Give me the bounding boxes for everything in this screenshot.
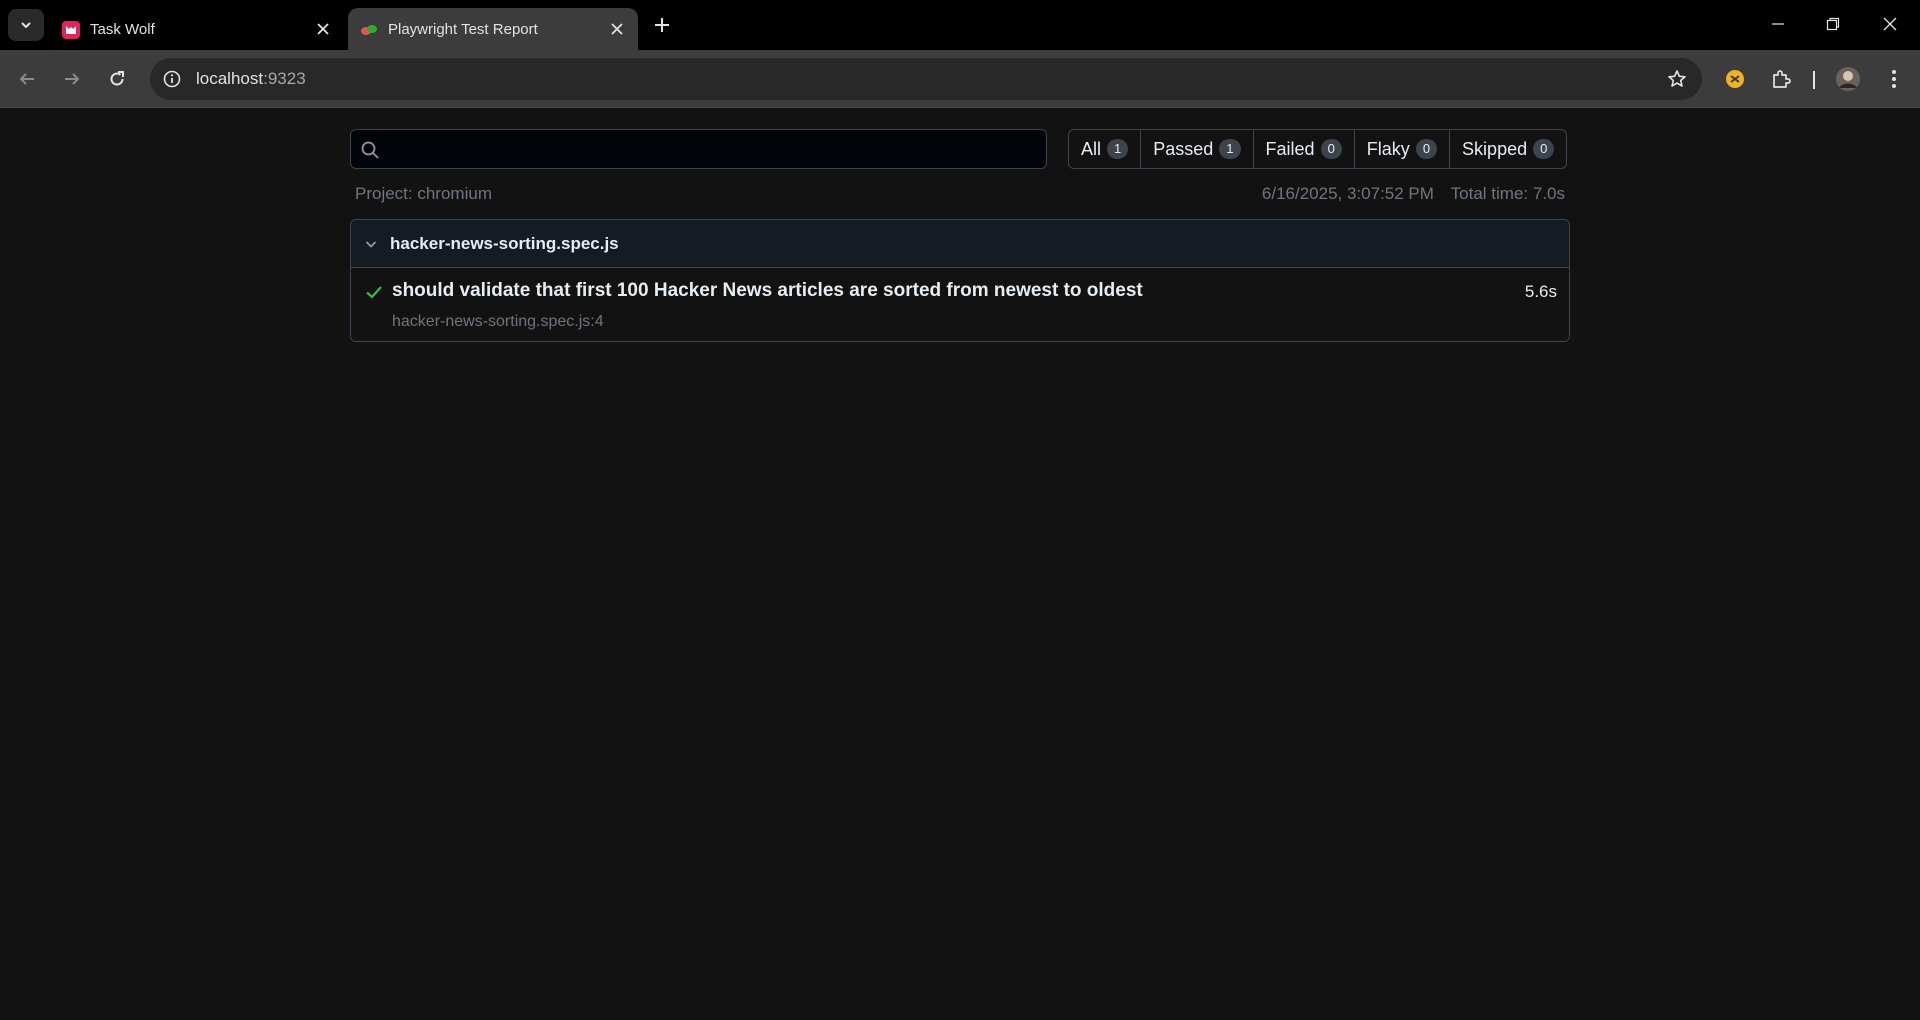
- task-wolf-icon: [62, 21, 80, 39]
- close-icon[interactable]: [314, 20, 332, 38]
- close-icon: [1883, 17, 1897, 31]
- filter-count: 0: [1320, 139, 1342, 159]
- new-tab-button[interactable]: [650, 13, 674, 37]
- status-filters: All 1 Passed 1 Failed 0 Flaky 0 Skipped …: [1068, 129, 1568, 169]
- plus-icon: [655, 18, 669, 32]
- check-icon: [363, 281, 385, 303]
- minimize-button[interactable]: [1758, 8, 1798, 40]
- tab-search-button[interactable]: [8, 9, 44, 41]
- bookmark-star-icon[interactable]: [1666, 68, 1688, 90]
- filter-count: 0: [1415, 139, 1438, 159]
- arrow-right-icon: [65, 73, 80, 85]
- search-input[interactable]: [389, 130, 1039, 168]
- minimize-icon: [1772, 23, 1784, 25]
- filter-count: 0: [1533, 139, 1555, 159]
- arrow-left-icon: [19, 73, 34, 85]
- test-file-card: hacker-news-sorting.spec.js should valid…: [350, 219, 1570, 342]
- test-file-name: hacker-news-sorting.spec.js: [390, 234, 619, 253]
- back-button[interactable]: [11, 63, 43, 95]
- filter-passed[interactable]: Passed 1: [1141, 130, 1254, 168]
- restore-button[interactable]: [1813, 8, 1853, 40]
- extension-icon[interactable]: [1719, 63, 1751, 95]
- filter-failed[interactable]: Failed 0: [1254, 130, 1355, 168]
- test-row[interactable]: should validate that first 100 Hacker Ne…: [351, 268, 1569, 341]
- close-window-button[interactable]: [1870, 8, 1910, 40]
- url-host: localhost: [196, 69, 264, 88]
- search-field[interactable]: [350, 129, 1047, 169]
- report-timestamp: 6/16/2025, 3:07:52 PM: [1261, 184, 1434, 203]
- search-icon: [359, 139, 381, 161]
- forward-button[interactable]: [56, 63, 88, 95]
- filter-label: Passed: [1153, 138, 1214, 159]
- test-title-link[interactable]: should validate that first 100 Hacker Ne…: [392, 280, 1143, 302]
- site-info-icon[interactable]: [162, 69, 182, 89]
- tab-task-wolf[interactable]: Task Wolf: [50, 8, 344, 50]
- address-bar[interactable]: localhost:9323: [150, 58, 1702, 100]
- test-location-link[interactable]: hacker-news-sorting.spec.js:4: [392, 313, 604, 331]
- tab-title: Task Wolf: [90, 21, 155, 38]
- reload-button[interactable]: [101, 63, 133, 95]
- filter-label: All: [1081, 138, 1102, 159]
- filter-label: Skipped: [1462, 138, 1528, 159]
- toolbar-divider: [1813, 71, 1815, 89]
- filter-flaky[interactable]: Flaky 0: [1355, 130, 1451, 168]
- filter-label: Failed: [1265, 138, 1315, 159]
- filter-count: 1: [1107, 139, 1129, 159]
- puzzle-icon[interactable]: [1765, 63, 1797, 95]
- project-label: Project: chromium: [355, 184, 492, 203]
- playwright-icon: [360, 21, 378, 39]
- tab-playwright-report[interactable]: Playwright Test Report: [348, 8, 638, 50]
- test-duration: 5.6s: [1524, 282, 1557, 301]
- filter-all[interactable]: All 1: [1069, 130, 1142, 168]
- report-page: All 1 Passed 1 Failed 0 Flaky 0 Skipped …: [0, 109, 1920, 1020]
- browser-toolbar: localhost:9323: [0, 50, 1920, 108]
- url-port: :9323: [263, 69, 306, 88]
- test-file-header[interactable]: hacker-news-sorting.spec.js: [351, 220, 1569, 268]
- filter-skipped[interactable]: Skipped 0: [1450, 130, 1566, 168]
- total-time: Total time: 7.0s: [1450, 184, 1565, 203]
- kebab-menu-icon[interactable]: [1878, 63, 1910, 95]
- url-text[interactable]: localhost:9323: [196, 69, 306, 89]
- reload-icon: [110, 71, 124, 86]
- chevron-down-icon[interactable]: [361, 234, 381, 254]
- chevron-down-icon: [21, 22, 31, 29]
- close-icon[interactable]: [608, 20, 626, 38]
- report-metadata: Project: chromium 6/16/2025, 3:07:52 PM …: [355, 184, 1565, 206]
- tab-strip: Task Wolf Playwright Test Report: [0, 0, 1920, 50]
- restore-icon: [1826, 17, 1840, 31]
- avatar[interactable]: [1832, 63, 1864, 95]
- tab-title: Playwright Test Report: [388, 21, 538, 38]
- filter-label: Flaky: [1366, 138, 1410, 159]
- filter-count: 1: [1219, 139, 1241, 159]
